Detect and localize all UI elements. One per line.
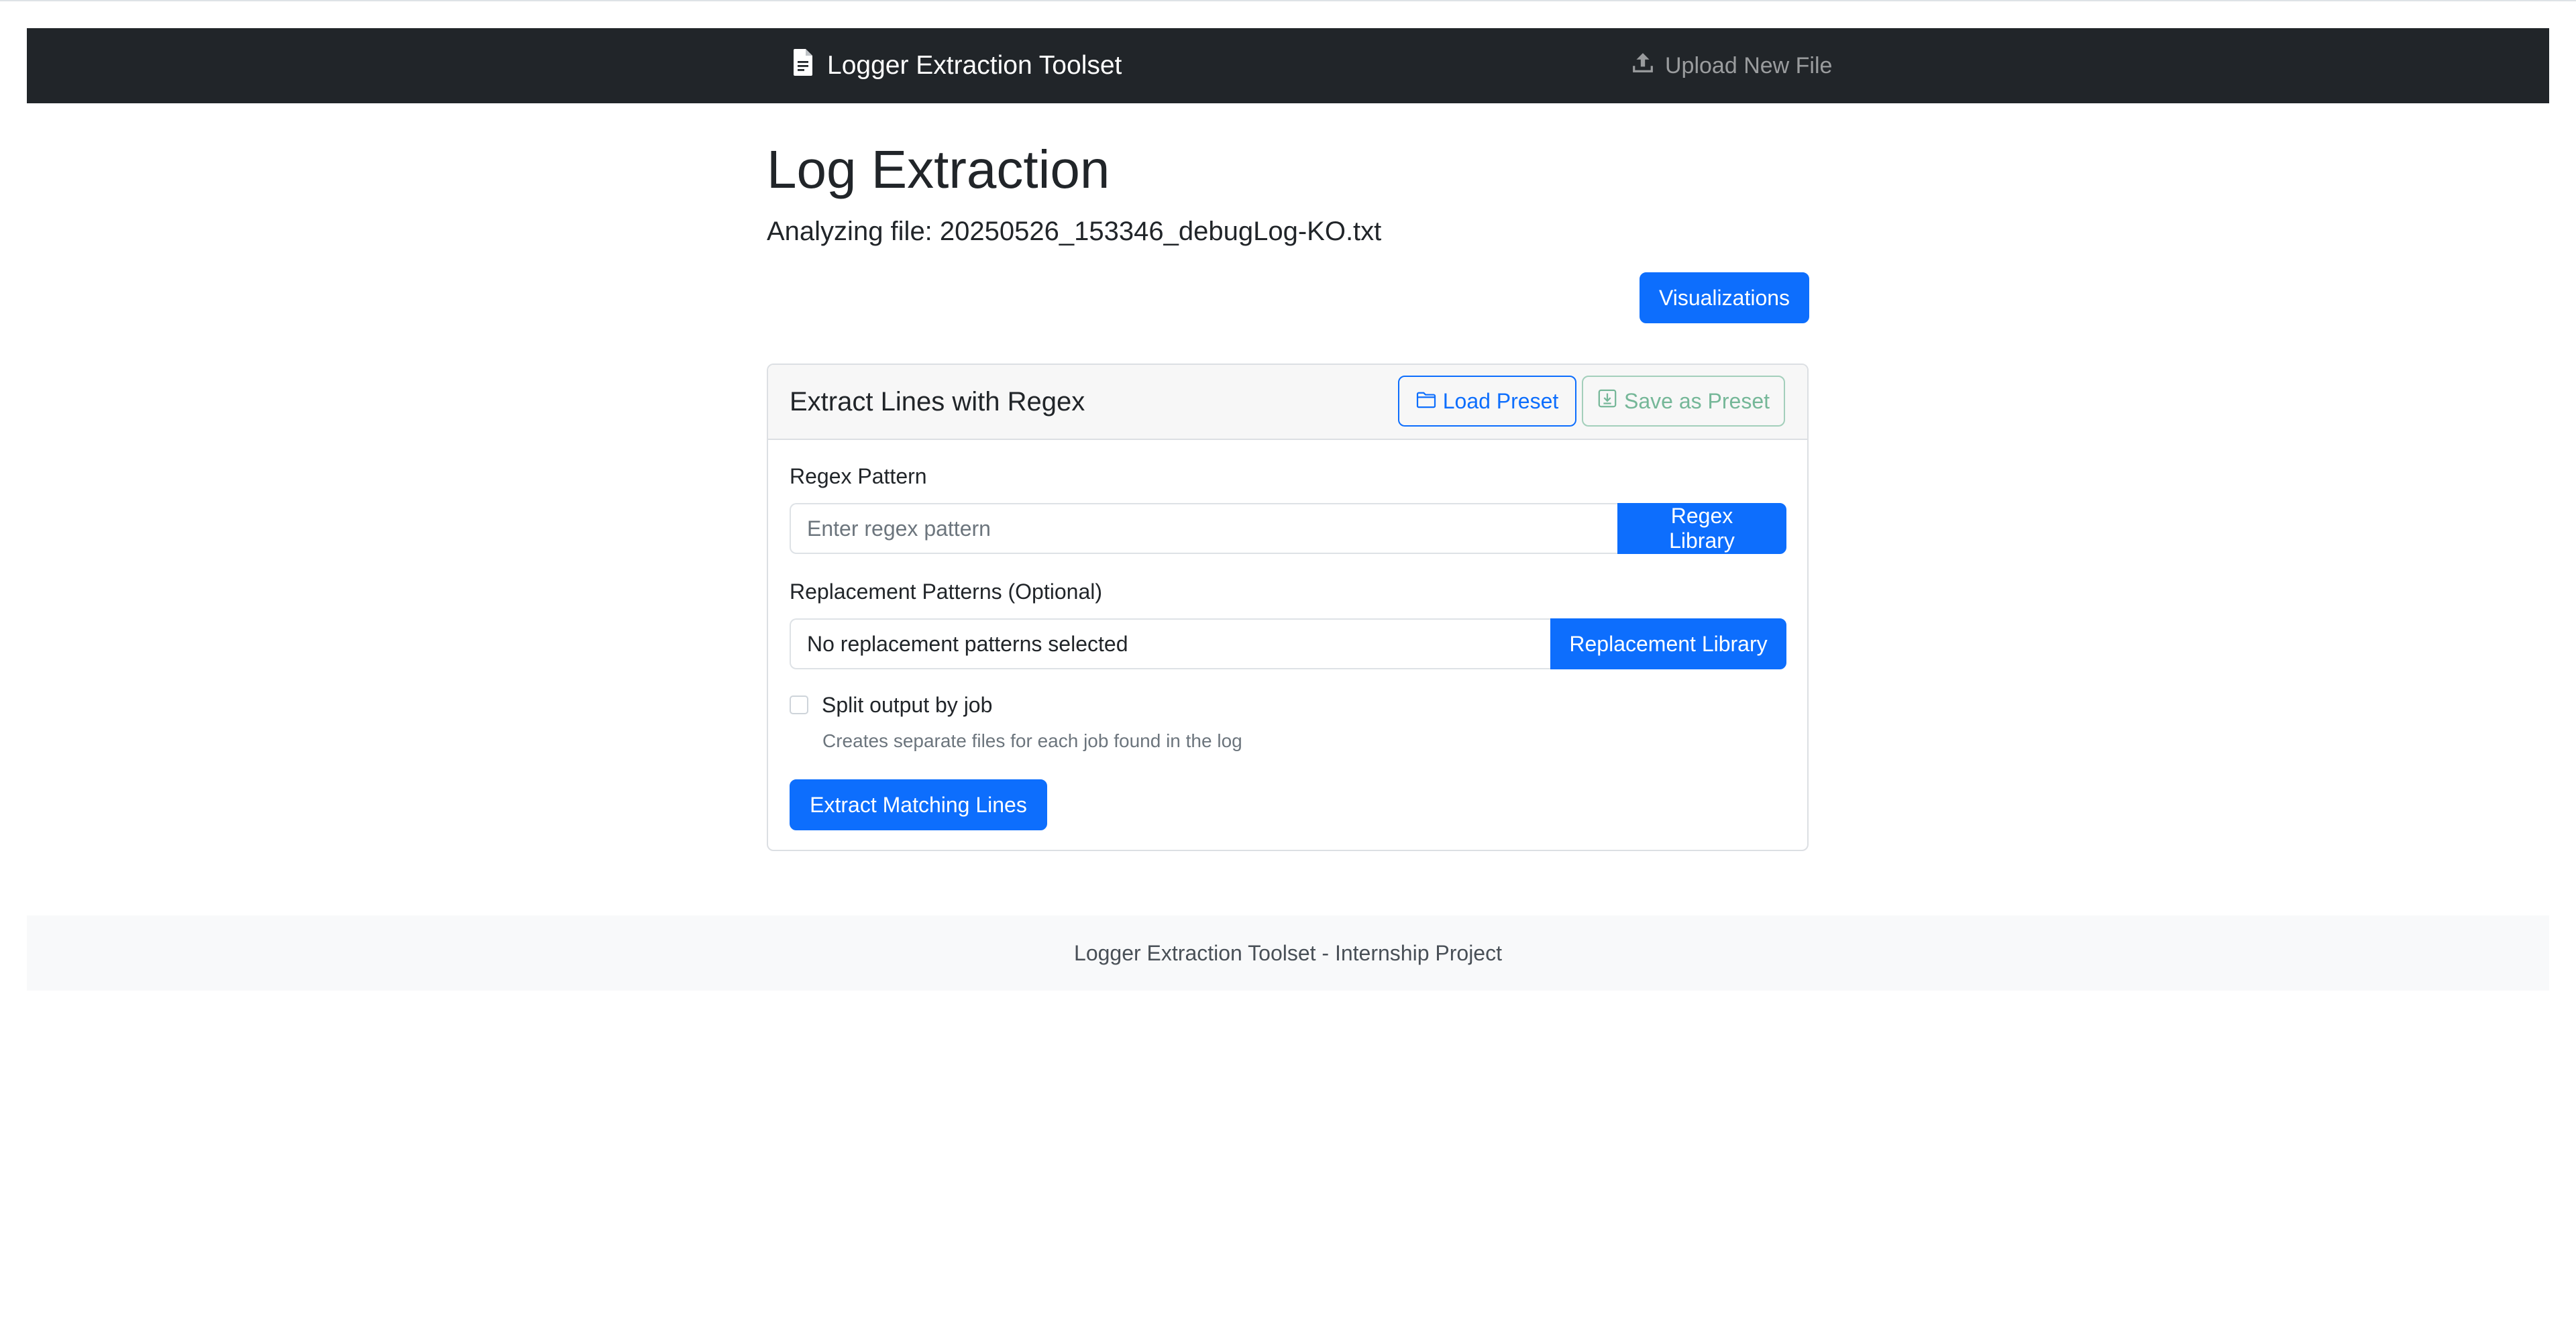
split-output-label[interactable]: Split output by job: [822, 691, 992, 718]
card-header: Extract Lines with Regex Load Preset Sav…: [768, 365, 1807, 440]
brand-link[interactable]: Logger Extraction Toolset: [794, 28, 1122, 103]
page-title: Log Extraction: [767, 140, 1110, 199]
analyzing-file-name: 20250526_153346_debugLog-KO.txt: [939, 217, 1382, 246]
visualizations-button[interactable]: Visualizations: [1640, 272, 1809, 323]
upload-icon: [1631, 52, 1665, 80]
save-as-preset-button[interactable]: Save as Preset: [1582, 376, 1785, 427]
split-output-help: Creates separate files for each job foun…: [822, 730, 1242, 751]
upload-new-file-link[interactable]: Upload New File: [1631, 28, 1832, 103]
extract-card: Extract Lines with Regex Load Preset Sav…: [767, 364, 1809, 851]
extract-matching-lines-button[interactable]: Extract Matching Lines: [790, 779, 1047, 830]
replacement-patterns-field[interactable]: No replacement patterns selected: [790, 618, 1550, 669]
analyzing-file-line: Analyzing file: 20250526_153346_debugLog…: [767, 215, 1381, 248]
card-title: Extract Lines with Regex: [790, 386, 1085, 417]
split-output-checkbox[interactable]: [790, 696, 808, 714]
regex-library-button[interactable]: Regex Library: [1617, 503, 1786, 554]
analyzing-file-prefix: Analyzing file:: [767, 217, 932, 246]
save-as-preset-label: Save as Preset: [1624, 388, 1770, 413]
folder-icon: [1416, 389, 1443, 414]
save-icon: [1597, 388, 1624, 414]
split-output-row: Split output by job: [790, 691, 992, 718]
brand-text: Logger Extraction Toolset: [827, 51, 1122, 80]
regex-input-group: Regex Library: [790, 503, 1786, 554]
replacement-library-button[interactable]: Replacement Library: [1550, 618, 1786, 669]
navbar: Logger Extraction Toolset Upload New Fil…: [27, 28, 2549, 103]
load-preset-button[interactable]: Load Preset: [1398, 376, 1576, 427]
footer: Logger Extraction Toolset - Internship P…: [27, 915, 2549, 991]
load-preset-label: Load Preset: [1442, 388, 1559, 413]
replacement-input-group: No replacement patterns selected Replace…: [790, 618, 1786, 669]
regex-pattern-label: Regex Pattern: [790, 464, 927, 488]
footer-text: Logger Extraction Toolset - Internship P…: [1074, 940, 1502, 965]
regex-pattern-input[interactable]: [790, 503, 1617, 554]
file-text-icon: [794, 49, 827, 82]
upload-label: Upload New File: [1665, 52, 1833, 78]
top-border: [0, 0, 2576, 1]
replacement-patterns-label: Replacement Patterns (Optional): [790, 579, 1102, 604]
